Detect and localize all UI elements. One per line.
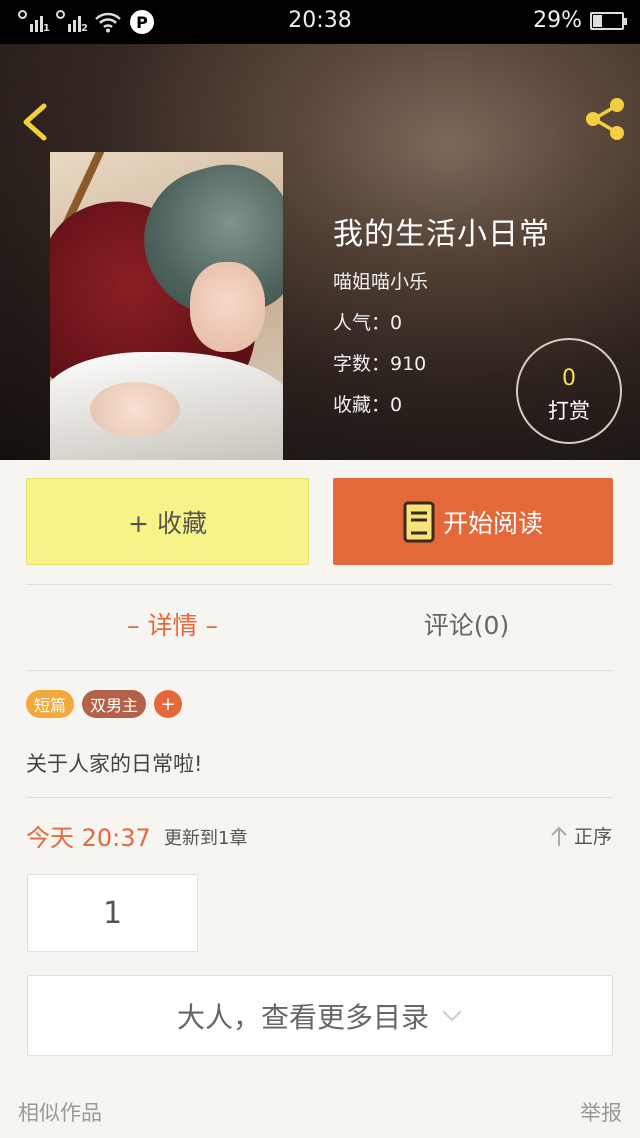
status-bar: 1 2 P 20:38 29% (0, 0, 640, 44)
report-link[interactable]: 举报 (580, 1097, 622, 1127)
update-time: 今天 20:37 (26, 824, 151, 852)
arrow-up-icon (551, 826, 567, 846)
tip-button[interactable]: 0 打赏 (516, 338, 622, 444)
book-title: 我的生活小日常 (333, 217, 550, 252)
chapter-item[interactable]: 1 (27, 874, 198, 952)
start-reading-label: 开始阅读 (442, 508, 543, 538)
sort-order-label: 正序 (573, 826, 612, 848)
divider (26, 584, 613, 585)
book-header: 我的生活小日常 喵姐喵小乐 人气：0 字数：910 收藏：0 0 打赏 (0, 44, 640, 460)
tip-count: 0 (562, 366, 576, 391)
book-cover[interactable] (50, 152, 283, 460)
battery-icon (590, 11, 627, 30)
tab-detail[interactable]: – 详情 – (26, 606, 319, 642)
more-chapters-label: 大人，查看更多目录 (176, 1000, 429, 1034)
tip-label: 打赏 (548, 399, 590, 423)
update-text: 更新到1章 (164, 828, 248, 849)
tag-bl[interactable]: 双男主 (82, 690, 147, 718)
collect-button[interactable]: + 收藏 (26, 478, 309, 565)
popularity-stat: 人气：0 (333, 312, 403, 334)
start-reading-button[interactable]: 开始阅读 (333, 478, 613, 565)
back-icon[interactable] (18, 102, 52, 142)
book-icon (403, 501, 435, 542)
chevron-down-icon (442, 1009, 462, 1021)
add-tag-button[interactable]: + (154, 690, 183, 718)
similar-works-heading: 相似作品 (18, 1101, 102, 1125)
share-icon[interactable] (582, 96, 628, 142)
divider (26, 670, 613, 671)
book-description: 关于人家的日常啦! (26, 752, 203, 776)
tab-comments[interactable]: 评论(0) (320, 606, 613, 642)
divider (26, 797, 613, 798)
status-bar-right: 29% (533, 8, 627, 33)
more-chapters-button[interactable]: 大人，查看更多目录 (27, 975, 613, 1056)
battery-percent: 29% (533, 8, 582, 33)
book-author[interactable]: 喵姐喵小乐 (333, 267, 550, 294)
tag-short[interactable]: 短篇 (26, 690, 75, 718)
collect-label: + 收藏 (128, 508, 207, 538)
sort-order-button[interactable]: 正序 (550, 822, 612, 849)
chapter-number: 1 (102, 895, 123, 931)
tag-list: 短篇 双男主 + (26, 690, 183, 718)
